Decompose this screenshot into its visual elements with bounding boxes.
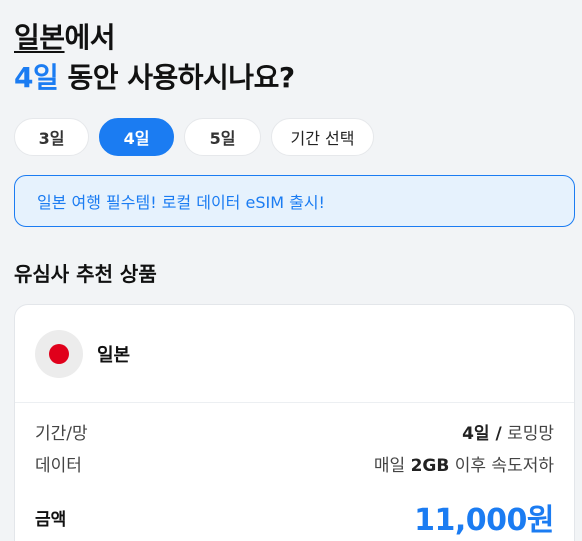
section-title: 유심사 추천 상품 — [14, 262, 157, 286]
price-row: 금액 11,000원 — [35, 495, 554, 539]
data-label: 데이터 — [35, 456, 82, 476]
data-value-post: 이후 속도저하 — [449, 456, 554, 476]
japan-flag-icon — [35, 329, 83, 378]
chip-3-days[interactable]: 3일 — [14, 118, 89, 156]
price-value: 11,000원 — [414, 503, 554, 538]
headline-line-2: 4일 동안 사용하시나요? — [14, 58, 295, 98]
data-row: 데이터 매일 2GB 이후 속도저하 — [35, 451, 554, 476]
data-value-bold: 2GB — [410, 456, 450, 476]
product-name: 일본 — [97, 344, 131, 366]
esim-promo-banner[interactable]: 일본 여행 필수템! 로컬 데이터 eSIM 출시! — [14, 175, 575, 227]
price-label: 금액 — [35, 509, 67, 530]
headline-line2-suffix: 동안 사용하시나요? — [58, 61, 295, 94]
chip-4-days[interactable]: 4일 — [99, 118, 174, 156]
period-row: 기간/망 4일 / 로밍망 — [35, 419, 554, 444]
period-value: 4일 / 로밍망 — [462, 419, 554, 444]
data-value-pre: 매일 — [373, 456, 411, 476]
period-value-bold: 4일 / — [462, 424, 502, 444]
chip-5-days[interactable]: 5일 — [184, 118, 261, 156]
period-label: 기간/망 — [35, 424, 88, 444]
flag-sun-circle — [49, 343, 69, 364]
period-value-rest: 로밍망 — [501, 424, 554, 444]
duration-chip-group: 3일 4일 5일 기간 선택 — [14, 118, 374, 156]
headline-days: 4일 — [14, 61, 59, 94]
headline-country: 일본 — [14, 21, 65, 54]
headline-line-1: 일본에서 — [14, 18, 295, 58]
page-headline: 일본에서 4일 동안 사용하시나요? — [14, 18, 295, 98]
chip-select-period[interactable]: 기간 선택 — [271, 118, 374, 156]
data-value: 매일 2GB 이후 속도저하 — [374, 451, 554, 476]
headline-line1-suffix: 에서 — [64, 21, 116, 54]
banner-text: 일본 여행 필수템! 로컬 데이터 eSIM 출시! — [37, 193, 325, 212]
product-card[interactable]: 일본 기간/망 4일 / 로밍망 데이터 매일 2GB 이후 속도저하 금액 1… — [14, 304, 575, 541]
product-card-header: 일본 — [15, 305, 574, 403]
